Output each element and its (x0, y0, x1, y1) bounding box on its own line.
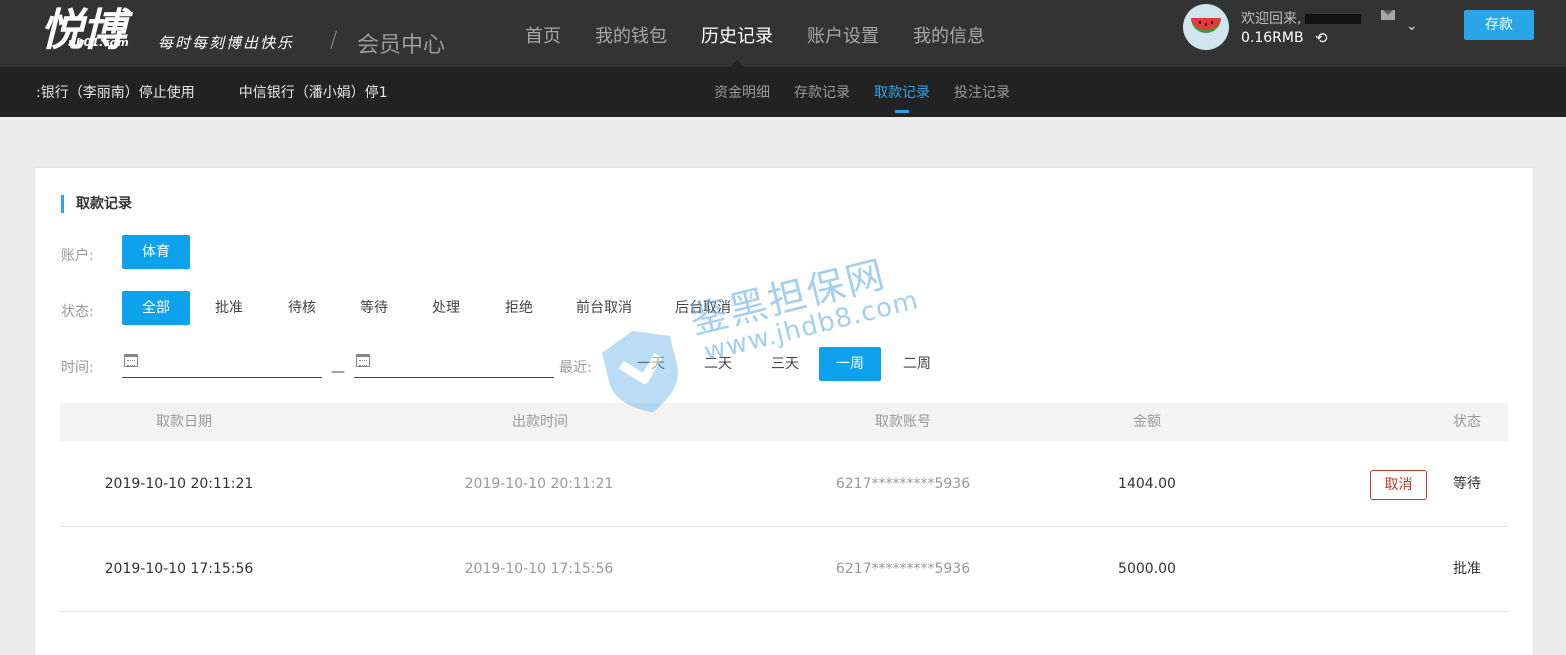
cell-account: 6217*********5936 (835, 476, 971, 492)
cell-request-date: 2019-10-10 20:11:21 (104, 476, 254, 492)
section-title: 会员中心 (357, 33, 446, 58)
cell-status: 等待 (1453, 476, 1481, 492)
nav-item-history[interactable]: 历史记录 (684, 0, 790, 67)
notice-item: :银行（李丽南）停止使用 (36, 85, 195, 101)
nav-item-label: 我的钱包 (595, 26, 667, 47)
nav-item-my-info[interactable]: 我的信息 (896, 0, 1002, 67)
nav-item-wallet[interactable]: 我的钱包 (578, 0, 684, 67)
site-logo[interactable]: 悦博 nb01.com (40, 0, 160, 56)
nav-item-label: 账户设置 (807, 26, 879, 47)
history-subnav: 资金明细 存款记录 取款记录 投注记录 (702, 67, 1022, 117)
seed (1199, 21, 1201, 24)
subnav-bet-records[interactable]: 投注记录 (942, 67, 1022, 117)
cell-amount: 5000.00 (1118, 561, 1176, 577)
refresh-icon[interactable]: ⟲ (1315, 29, 1328, 47)
subnav-withdraw-records[interactable]: 取款记录 (862, 67, 942, 117)
top-bar: 悦博 nb01.com 每时每刻博出快乐 / 会员中心 首页 我的钱包 历史记录… (0, 0, 1566, 67)
column-header-payout-time: 出款时间 (512, 414, 568, 430)
cell-payout-time: 2019-10-10 20:11:21 (464, 476, 614, 492)
nav-item-home[interactable]: 首页 (508, 0, 578, 67)
notice-item: 中信银行（潘小娟）停1 (238, 85, 388, 101)
subnav-fund-details[interactable]: 资金明细 (702, 67, 782, 117)
column-header-amount: 金额 (1133, 414, 1161, 430)
nav-item-label: 历史记录 (701, 26, 773, 47)
cell-amount: 1404.00 (1118, 476, 1176, 492)
notice-marquee: :银行（李丽南）停止使用 中信银行（潘小娟）停1 (36, 67, 436, 117)
username-redacted (1305, 14, 1362, 24)
deposit-button[interactable]: 存款 (1464, 10, 1534, 40)
chevron-down-icon[interactable]: ⌄ (1406, 18, 1418, 34)
logo-domain: nb01.com (68, 36, 129, 49)
account-option-sports[interactable]: 体育 (122, 235, 190, 269)
recent-label: 最近: (559, 360, 592, 376)
slogan: 每时每刻博出快乐 (158, 34, 295, 52)
status-option-rejected[interactable]: 拒绝 (485, 291, 553, 325)
welcome-text: 欢迎回来, (1241, 8, 1362, 28)
cancel-withdraw-button[interactable]: 取消 (1370, 470, 1427, 500)
table-header: 取款日期 出款时间 取款账号 金额 状态 (60, 403, 1508, 441)
status-option-backend-cancelled[interactable]: 后台取消 (661, 291, 745, 325)
account-label: 账户: (61, 248, 94, 264)
status-option-approved[interactable]: 批准 (195, 291, 263, 325)
main-nav: 首页 我的钱包 历史记录 账户设置 我的信息 (508, 0, 1002, 67)
cell-payout-time: 2019-10-10 17:15:56 (464, 561, 614, 577)
mail-icon[interactable] (1381, 10, 1395, 20)
logo-main-text: 悦博 (40, 5, 126, 56)
table-row: 2019-10-10 20:11:21 2019-10-10 20:11:21 … (60, 442, 1508, 527)
recent-option-3-days[interactable]: 三天 (751, 347, 819, 381)
column-header-request-date: 取款日期 (156, 414, 212, 430)
recent-option-2-weeks[interactable]: 二周 (883, 347, 951, 381)
avatar[interactable] (1183, 4, 1229, 50)
column-header-account: 取款账号 (875, 414, 931, 430)
status-option-all[interactable]: 全部 (122, 291, 190, 325)
recent-option-1-week[interactable]: 一周 (819, 347, 881, 381)
status-option-frontend-cancelled[interactable]: 前台取消 (562, 291, 646, 325)
status-option-pending-review[interactable]: 待核 (268, 291, 336, 325)
title-divider: / (330, 28, 338, 53)
recent-option-2-days[interactable]: 二天 (684, 347, 752, 381)
seed (1205, 23, 1207, 26)
balance: 0.16RMB (1241, 30, 1304, 46)
calendar-icon (356, 354, 370, 367)
date-range-separator: — (331, 364, 345, 380)
subnav-deposit-records[interactable]: 存款记录 (782, 67, 862, 117)
cell-request-date: 2019-10-10 17:15:56 (104, 561, 254, 577)
time-label: 时间: (61, 360, 94, 376)
calendar-icon (124, 354, 138, 367)
column-header-status: 状态 (1453, 414, 1481, 430)
table-row: 2019-10-10 17:15:56 2019-10-10 17:15:56 … (60, 527, 1508, 612)
date-to-input[interactable] (354, 352, 554, 378)
sub-bar: :银行（李丽南）停止使用 中信银行（潘小娟）停1 资金明细 存款记录 取款记录 投… (0, 67, 1566, 117)
status-label: 状态: (61, 304, 94, 320)
active-caret-icon (730, 60, 744, 67)
nav-item-label: 首页 (525, 26, 561, 47)
watermelon-icon (1191, 18, 1221, 33)
welcome-label: 欢迎回来, (1241, 11, 1302, 27)
nav-item-account-settings[interactable]: 账户设置 (790, 0, 896, 67)
status-option-waiting[interactable]: 等待 (340, 291, 408, 325)
withdraw-records-panel: 取款记录 账户: 体育 状态: 全部 批准 待核 等待 处理 拒绝 前台取消 后… (34, 167, 1534, 655)
nav-item-label: 我的信息 (913, 26, 985, 47)
cell-account: 6217*********5936 (835, 561, 971, 577)
recent-option-1-day[interactable]: 一天 (617, 347, 685, 381)
panel-title: 取款记录 (61, 195, 132, 213)
cell-status: 批准 (1453, 561, 1481, 577)
seed (1211, 21, 1213, 24)
status-option-processing[interactable]: 处理 (412, 291, 480, 325)
date-from-input[interactable] (122, 352, 322, 378)
